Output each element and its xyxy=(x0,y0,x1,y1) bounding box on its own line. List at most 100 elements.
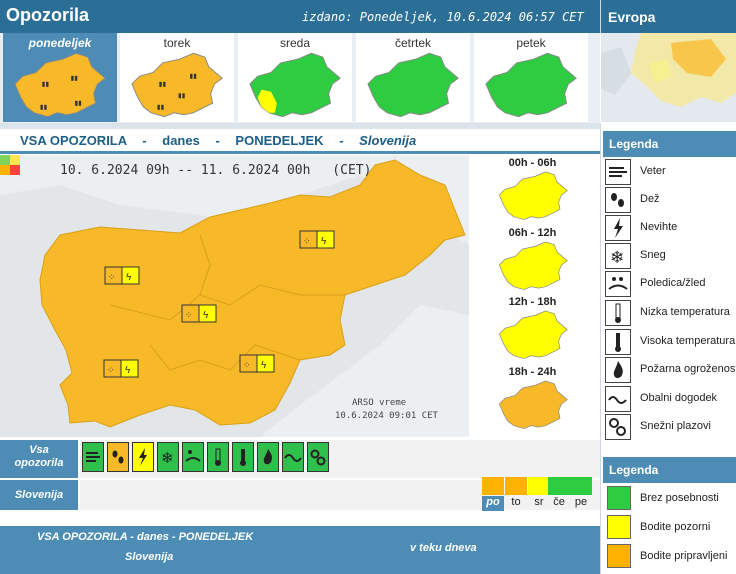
title-dash: - xyxy=(215,133,220,148)
filter-snow-button[interactable]: ❄ xyxy=(157,442,179,472)
legend-label: Sneg xyxy=(640,249,666,261)
svg-text:ϟ: ϟ xyxy=(261,360,267,371)
slovenia-map: ⁘ ϟ ⁘ ϟ ⁘ ϟ ⁘ ϟ ⁘ ϟ xyxy=(0,155,469,437)
europe-map-thumbnail[interactable] xyxy=(601,33,736,122)
source-timestamp: 10.6.2024 09:01 CET xyxy=(335,411,438,421)
legend-label: Nevihte xyxy=(640,221,678,233)
main-warning-map[interactable]: ⁘ ϟ ⁘ ϟ ⁘ ϟ ⁘ ϟ ⁘ ϟ xyxy=(0,155,469,437)
timeslot-label: 12h - 18h xyxy=(508,296,557,308)
day-link-sr[interactable]: sr xyxy=(528,496,550,511)
legend-item-high-temp: Visoka temperatura xyxy=(605,328,736,356)
legend-label: Veter xyxy=(640,165,666,177)
legend-item-fire: Požarna ogroženost xyxy=(605,356,736,384)
day-tab-petek[interactable]: petek xyxy=(474,33,588,122)
svg-text:▮▮: ▮▮ xyxy=(190,73,198,80)
legend-label: Obalni dogodek xyxy=(640,392,718,404)
svg-text:▮▮: ▮▮ xyxy=(159,81,167,88)
day-link-to[interactable]: to xyxy=(505,496,527,511)
high-temperature-icon xyxy=(605,329,631,355)
legend-label: Nizka temperatura xyxy=(640,306,730,318)
filter-wind-button[interactable] xyxy=(82,442,104,472)
legend-level-orange: Bodite pripravljeni xyxy=(605,544,736,572)
timeslot-12-18[interactable]: 12h - 18h xyxy=(471,294,594,360)
timeslot-label: 00h - 06h xyxy=(508,157,557,169)
filter-avalanche-button[interactable] xyxy=(307,442,329,472)
range-from: 10. 6.2024 09h xyxy=(60,163,170,178)
table-title: VSA OPOZORILA - danes - PONEDELJEK xyxy=(37,531,254,543)
svg-text:ϟ: ϟ xyxy=(125,365,131,376)
legend-item-thunderstorm: Nevihte xyxy=(605,214,736,242)
svg-text:▮▮: ▮▮ xyxy=(42,81,50,88)
svg-text:⁘: ⁘ xyxy=(108,272,116,282)
title-weekday: PONEDELJEK xyxy=(235,133,324,148)
all-warnings-text: Vsa opozorila xyxy=(14,444,64,469)
day-tab-sreda[interactable]: sreda xyxy=(238,33,352,122)
thunderstorm-icon xyxy=(605,215,631,241)
svg-text:▮▮: ▮▮ xyxy=(178,92,186,99)
coastal-icon xyxy=(605,386,631,412)
wind-icon xyxy=(605,159,631,185)
legend-mini-orange xyxy=(0,165,10,175)
legend-item-avalanche: Snežni plazovi xyxy=(605,413,736,441)
timeslot-18-24[interactable]: 18h - 24h xyxy=(471,364,594,430)
timeslot-map xyxy=(498,171,568,220)
day-color-sr xyxy=(528,477,550,495)
day-link-po[interactable]: po xyxy=(482,496,504,511)
day-tab-cetrtek[interactable]: četrtek xyxy=(356,33,470,122)
legend-item-ice: Poledica/žled xyxy=(605,270,736,298)
legend-mini-yellow xyxy=(10,155,20,165)
day-tab-ponedeljek[interactable]: ponedeljek ▮▮ ▮▮ ▮▮ ▮▮ xyxy=(3,33,117,122)
day-color-pe xyxy=(570,477,592,495)
range-separator: -- xyxy=(177,163,194,178)
timeslot-map xyxy=(498,310,568,359)
title-today: danes xyxy=(162,133,200,148)
legend-item-wind: Veter xyxy=(605,158,736,186)
rain-icon xyxy=(605,187,631,213)
europe-link[interactable]: Evropa xyxy=(608,9,655,25)
filter-thunderstorm-button[interactable] xyxy=(132,442,154,472)
timeslot-00-06[interactable]: 00h - 06h xyxy=(471,155,594,221)
legend-label: Požarna ogroženost xyxy=(640,363,736,375)
svg-text:▮▮: ▮▮ xyxy=(40,104,48,111)
legend-types-title: Legenda xyxy=(603,131,736,157)
svg-text:ϟ: ϟ xyxy=(321,236,327,247)
legend-label: Poledica/žled xyxy=(640,277,706,289)
day-map-thumbnail xyxy=(367,52,459,118)
range-to: 11. 6.2024 00h xyxy=(200,163,311,178)
fire-danger-icon xyxy=(605,357,631,383)
svg-text:ϟ: ϟ xyxy=(126,272,132,283)
low-temperature-icon xyxy=(605,300,631,326)
day-link-pe[interactable]: pe xyxy=(570,496,592,511)
legend-level-label: Bodite pripravljeni xyxy=(640,550,728,562)
day-color-ce xyxy=(548,477,570,495)
filter-rain-button[interactable] xyxy=(107,442,129,472)
snow-icon: ❄ xyxy=(605,243,631,269)
filter-high-temperature-button[interactable] xyxy=(232,442,254,472)
color-swatch xyxy=(607,515,631,539)
timeslot-label: 18h - 24h xyxy=(508,366,557,378)
legend-item-low-temp: Nizka temperatura xyxy=(605,299,736,327)
svg-text:⁘: ⁘ xyxy=(185,310,193,320)
day-tab-torek[interactable]: torek ▮▮ ▮▮ ▮▮ ▮▮ xyxy=(120,33,234,122)
title-dash: - xyxy=(339,133,344,148)
day-link-ce[interactable]: če xyxy=(548,496,570,511)
color-swatch xyxy=(607,544,631,568)
filter-low-temperature-button[interactable] xyxy=(207,442,229,472)
day-tab-label: četrtek xyxy=(394,36,431,50)
svg-text:❄: ❄ xyxy=(610,248,624,267)
filter-ice-button[interactable] xyxy=(182,442,204,472)
day-tab-label: petek xyxy=(516,36,546,50)
timeslot-map xyxy=(498,241,568,290)
timeslot-06-12[interactable]: 06h - 12h xyxy=(471,225,594,291)
svg-text:⁘: ⁘ xyxy=(243,360,251,370)
title-all-warnings: VSA OPOZORILA xyxy=(20,133,127,148)
filter-fire-button[interactable] xyxy=(257,442,279,472)
slovenija-label: Slovenija xyxy=(0,480,78,510)
legend-level-label: Bodite pozorni xyxy=(640,521,711,533)
section-title: VSA OPOZORILA - danes - PONEDELJEK - Slo… xyxy=(20,133,416,148)
legend-item-snow: ❄ Sneg xyxy=(605,242,736,270)
legend-level-label: Brez posebnosti xyxy=(640,492,719,504)
svg-text:❄: ❄ xyxy=(161,450,174,467)
filter-coastal-button[interactable] xyxy=(282,442,304,472)
timeslot-map xyxy=(498,380,568,429)
